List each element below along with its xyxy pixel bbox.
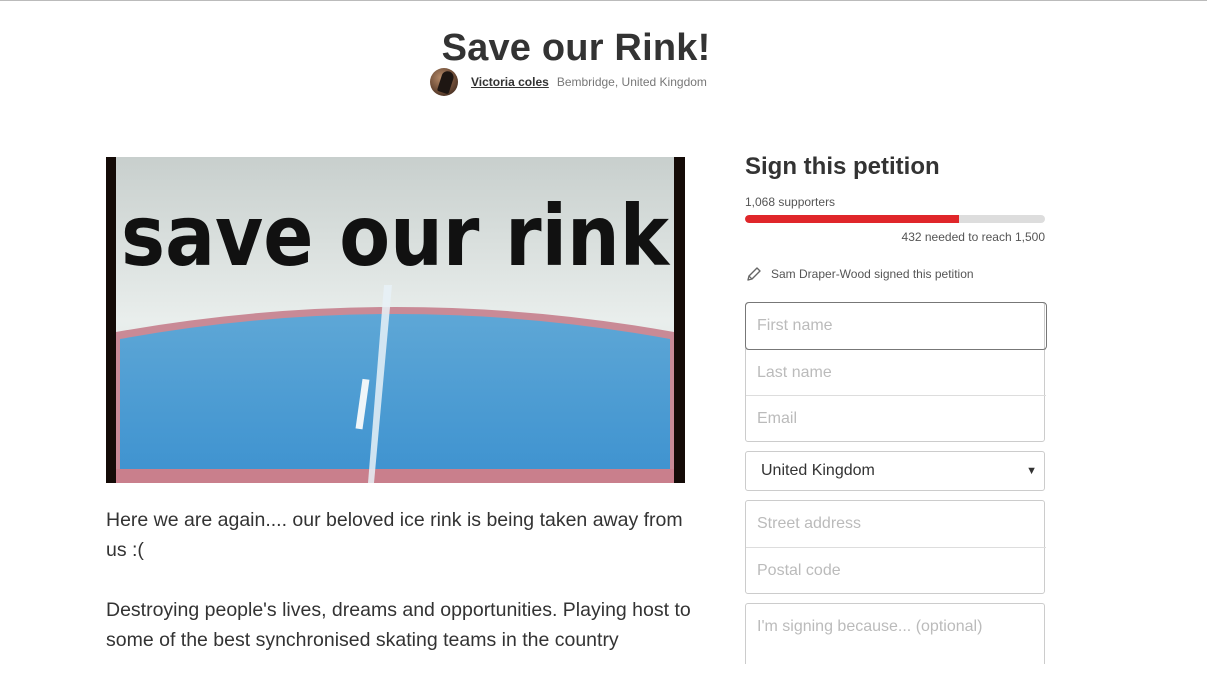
name-email-fields xyxy=(745,302,1047,442)
postal-code-field[interactable] xyxy=(746,547,1046,593)
top-divider xyxy=(0,0,1207,1)
first-name-field[interactable] xyxy=(745,302,1047,350)
hero-overlay-text: save our rink xyxy=(121,187,671,285)
progress-bar xyxy=(745,215,1045,223)
sign-panel: Sign this petition 1,068 supporters 432 … xyxy=(745,150,1047,664)
sign-heading: Sign this petition xyxy=(745,153,940,180)
reason-field[interactable] xyxy=(746,604,1046,650)
email-field[interactable] xyxy=(746,395,1046,441)
chevron-down-icon: ▼ xyxy=(1026,465,1037,477)
supporters-count: 1,068 supporters xyxy=(745,195,836,209)
reason-field-wrapper xyxy=(745,603,1046,664)
description-paragraph: Here we are again.... our beloved ice ri… xyxy=(106,509,683,561)
street-address-field[interactable] xyxy=(746,501,1046,547)
country-select[interactable]: United Kingdom ▼ xyxy=(745,451,1045,491)
author-byline: Victoria coles Bembridge, United Kingdom xyxy=(430,68,707,96)
progress-bar-fill xyxy=(745,215,959,223)
recent-signer: Sam Draper-Wood signed this petition xyxy=(745,265,1045,283)
avatar[interactable] xyxy=(430,68,458,96)
petition-image: save our rink xyxy=(106,157,685,483)
pencil-icon xyxy=(747,267,761,281)
country-value: United Kingdom xyxy=(761,462,875,479)
petition-description: Here we are again.... our beloved ice ri… xyxy=(106,505,696,685)
author-link[interactable]: Victoria coles xyxy=(471,75,549,89)
author-location: Bembridge, United Kingdom xyxy=(556,75,707,89)
last-name-field[interactable] xyxy=(746,349,1046,395)
page-title: Save our Rink! xyxy=(441,27,711,70)
recent-signer-text: Sam Draper-Wood signed this petition xyxy=(771,267,974,281)
description-paragraph: Destroying people's lives, dreams and op… xyxy=(106,599,691,651)
address-fields xyxy=(745,500,1046,594)
signatures-needed: 432 needed to reach 1,500 xyxy=(901,230,1045,244)
